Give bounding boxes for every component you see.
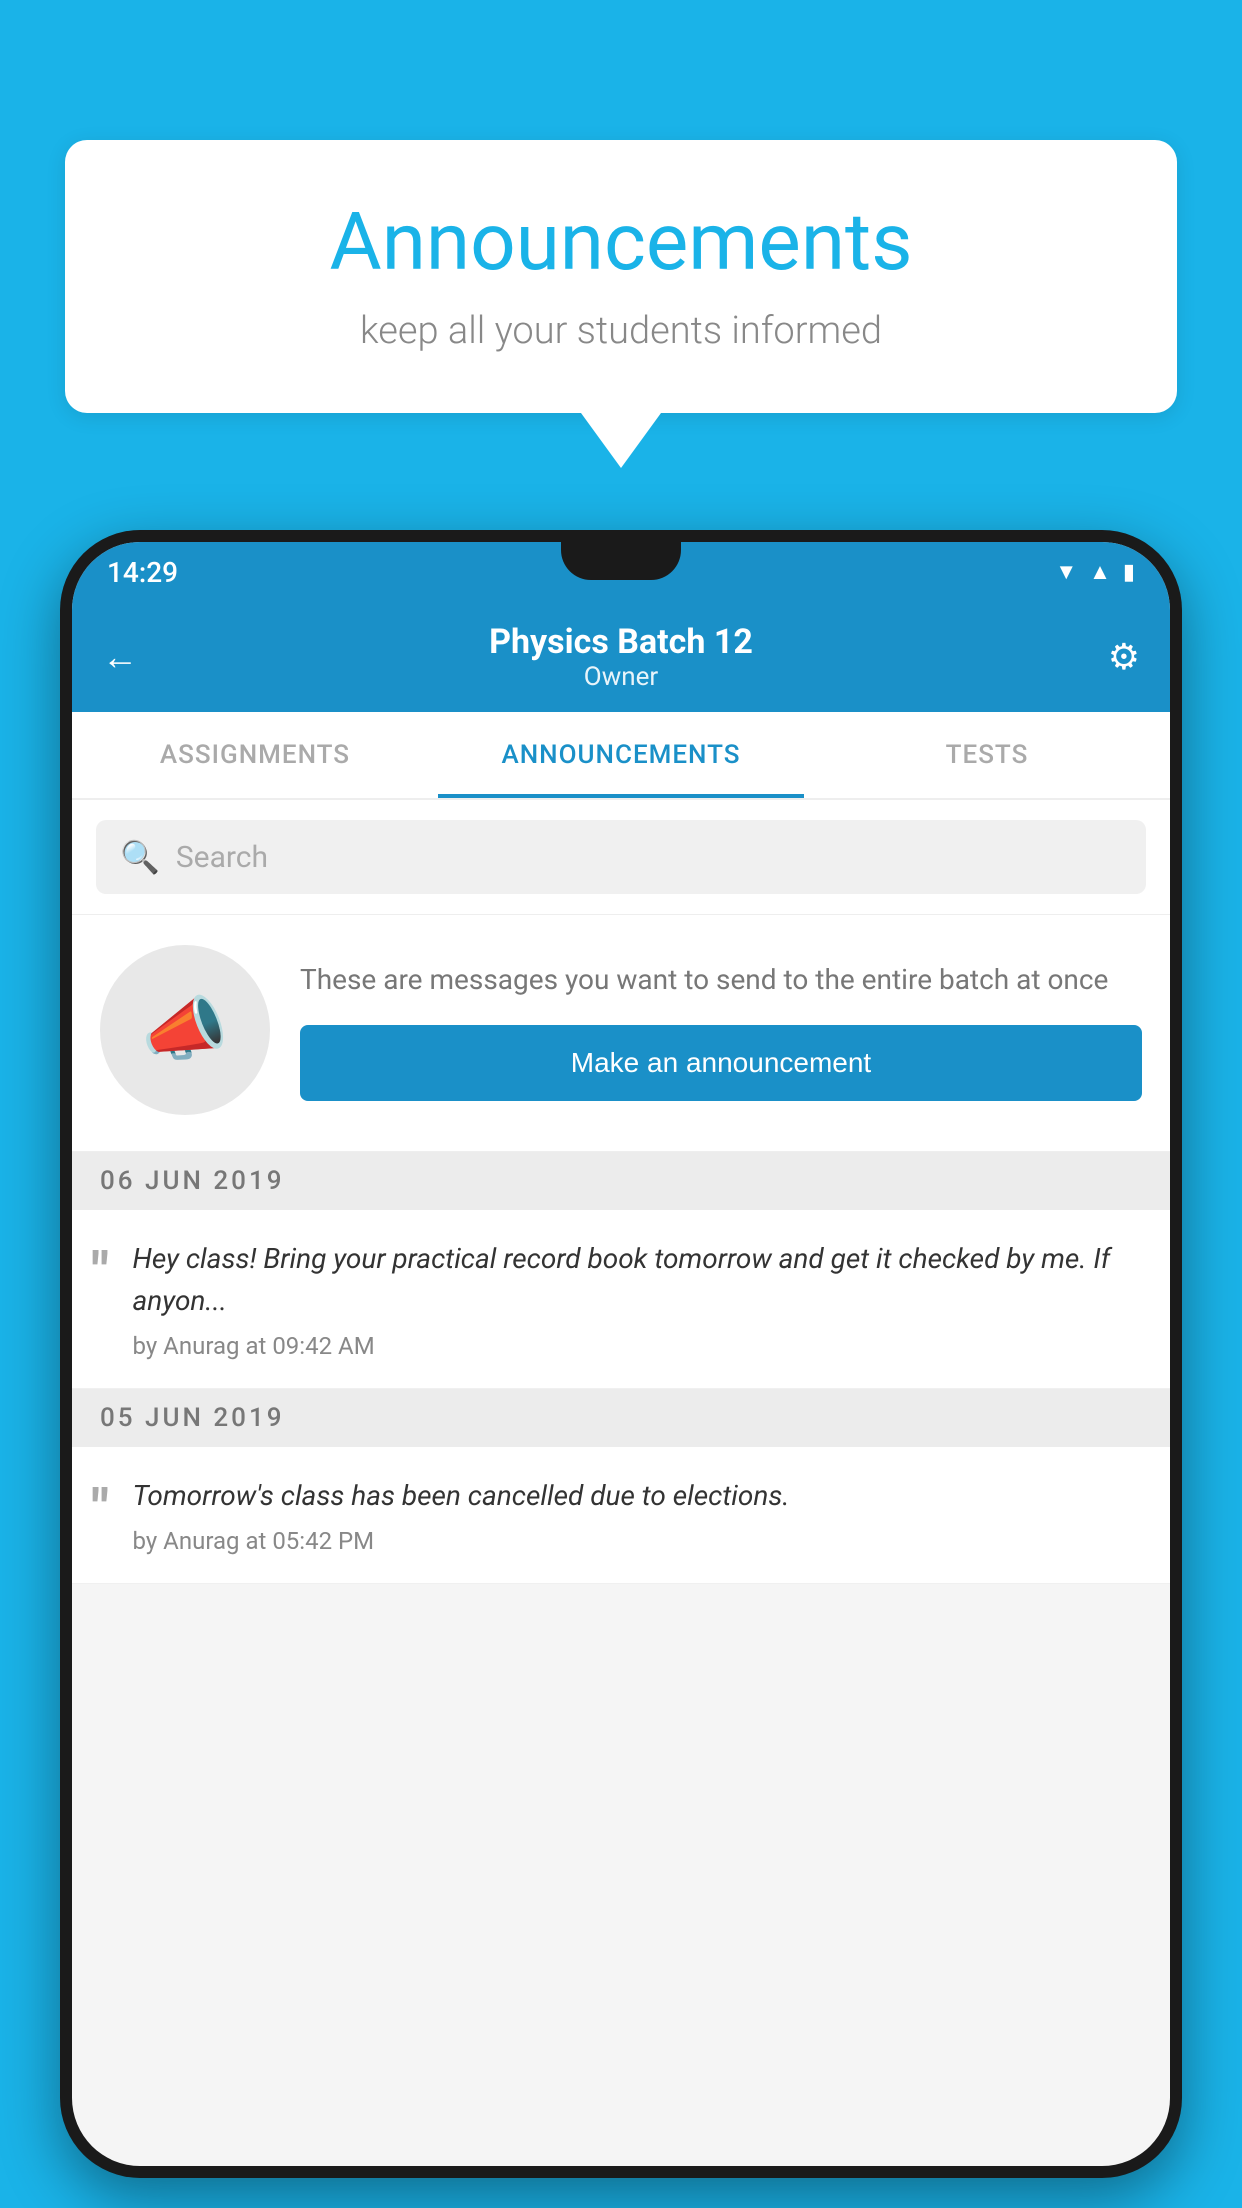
promo-description: These are messages you want to send to t… [300, 959, 1142, 1001]
announcement-text-1: Hey class! Bring your practical record b… [133, 1238, 1142, 1322]
wifi-icon: ▼ [1055, 559, 1077, 585]
settings-icon[interactable]: ⚙ [1108, 636, 1140, 678]
announcement-right-1: Hey class! Bring your practical record b… [133, 1238, 1142, 1360]
bubble-tail [581, 413, 661, 468]
app-bar-subtitle: Owner [489, 662, 753, 692]
date-separator-june5: 05 JUN 2019 [72, 1389, 1170, 1447]
announcement-author-1: by Anurag at 09:42 AM [133, 1332, 1142, 1360]
status-bar: 14:29 ▼ ▲ ▮ [72, 542, 1170, 602]
bubble-subtitle: keep all your students informed [125, 309, 1117, 353]
announcement-right-2: Tomorrow's class has been cancelled due … [133, 1475, 1142, 1555]
phone-frame: 14:29 ▼ ▲ ▮ ← Physics Batch 12 Owner ⚙ A… [60, 530, 1182, 2178]
app-bar: ← Physics Batch 12 Owner ⚙ [72, 602, 1170, 712]
tab-tests[interactable]: TESTS [804, 712, 1170, 798]
signal-icon: ▲ [1089, 559, 1111, 585]
announcement-author-2: by Anurag at 05:42 PM [133, 1527, 1142, 1555]
app-bar-title-group: Physics Batch 12 Owner [489, 622, 753, 692]
date-label-june5: 05 JUN 2019 [100, 1403, 285, 1433]
status-icons: ▼ ▲ ▮ [1055, 559, 1135, 585]
promo-card: 📣 These are messages you want to send to… [72, 915, 1170, 1152]
tab-announcements[interactable]: ANNOUNCEMENTS [438, 712, 804, 798]
search-icon: 🔍 [120, 838, 160, 876]
announcement-text-2: Tomorrow's class has been cancelled due … [133, 1475, 1142, 1517]
announcement-item-2[interactable]: " Tomorrow's class has been cancelled du… [72, 1447, 1170, 1584]
quote-icon-1: " [92, 1246, 109, 1298]
phone-screen: 14:29 ▼ ▲ ▮ ← Physics Batch 12 Owner ⚙ A… [72, 542, 1170, 2166]
search-input-wrap[interactable]: 🔍 Search [96, 820, 1146, 894]
status-time: 14:29 [107, 556, 178, 589]
search-input[interactable]: Search [176, 840, 268, 875]
date-label-june6: 06 JUN 2019 [100, 1166, 285, 1196]
battery-icon: ▮ [1123, 560, 1135, 585]
promo-icon-circle: 📣 [100, 945, 270, 1115]
app-bar-title: Physics Batch 12 [489, 622, 753, 662]
phone-notch [561, 542, 681, 580]
speech-bubble: Announcements keep all your students inf… [65, 140, 1177, 413]
search-bar: 🔍 Search [72, 800, 1170, 915]
tabs-bar: ASSIGNMENTS ANNOUNCEMENTS TESTS [72, 712, 1170, 800]
phone-content: 🔍 Search 📣 These are messages you want t… [72, 800, 1170, 2166]
back-button[interactable]: ← [102, 636, 138, 678]
speech-bubble-section: Announcements keep all your students inf… [65, 140, 1177, 468]
tab-assignments[interactable]: ASSIGNMENTS [72, 712, 438, 798]
date-separator-june6: 06 JUN 2019 [72, 1152, 1170, 1210]
megaphone-icon: 📣 [141, 989, 228, 1071]
promo-right: These are messages you want to send to t… [300, 959, 1142, 1101]
make-announcement-button[interactable]: Make an announcement [300, 1025, 1142, 1101]
announcement-item-1[interactable]: " Hey class! Bring your practical record… [72, 1210, 1170, 1389]
quote-icon-2: " [92, 1483, 109, 1535]
bubble-title: Announcements [125, 195, 1117, 289]
